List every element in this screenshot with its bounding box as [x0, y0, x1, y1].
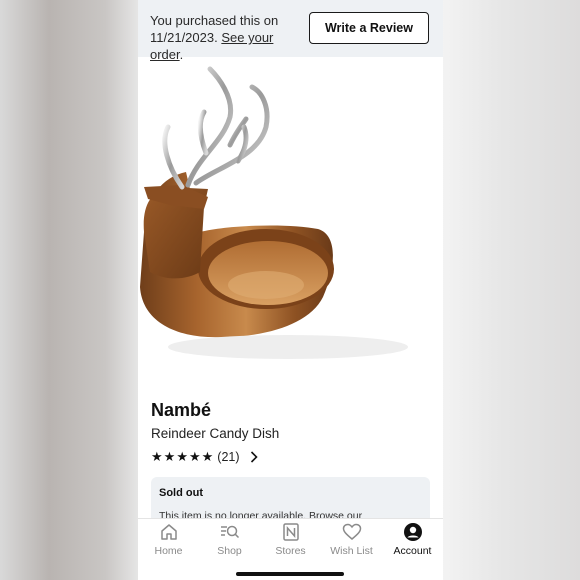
nav-stores[interactable]: Stores [260, 522, 321, 564]
heart-icon [342, 522, 362, 542]
chevron-right-icon[interactable] [250, 451, 258, 463]
rating-row[interactable]: ★ ★ ★ ★ ★ (21) [151, 449, 258, 465]
background-blur-left [0, 0, 140, 580]
nav-shop[interactable]: Shop [199, 522, 260, 564]
nav-home-label: Home [154, 545, 183, 557]
bottom-nav: Home Shop Stores Wish List Account [138, 518, 443, 580]
star-icon: ★ [188, 449, 201, 464]
home-icon [160, 522, 178, 542]
write-review-button[interactable]: Write a Review [309, 12, 429, 44]
star-icon: ★ [201, 449, 214, 464]
star-icon: ★ [176, 449, 188, 464]
phone-screen: You purchased this on 11/21/2023. See yo… [138, 0, 443, 580]
store-icon [282, 522, 299, 542]
nav-wishlist[interactable]: Wish List [321, 522, 382, 564]
review-count: (21) [217, 450, 240, 464]
star-rating: ★ ★ ★ ★ ★ [151, 450, 213, 464]
reindeer-dish-illustration [140, 66, 408, 359]
nav-shop-label: Shop [217, 545, 242, 557]
product-image[interactable] [138, 57, 443, 387]
nav-home[interactable]: Home [138, 522, 199, 564]
purchase-message: You purchased this on 11/21/2023. See yo… [150, 12, 310, 63]
purchase-banner: You purchased this on 11/21/2023. See yo… [138, 0, 443, 62]
product-name: Reindeer Candy Dish [151, 426, 280, 441]
home-indicator [236, 572, 344, 576]
nav-account-label: Account [393, 545, 432, 557]
nav-wishlist-label: Wish List [330, 545, 373, 557]
nav-account[interactable]: Account [382, 522, 443, 564]
shop-search-icon [220, 522, 240, 542]
sold-out-title: Sold out [159, 487, 203, 499]
background-blur-right [442, 0, 580, 580]
account-icon [403, 522, 423, 542]
star-icon: ★ [163, 449, 176, 464]
nav-stores-label: Stores [275, 545, 306, 557]
product-brand[interactable]: Nambé [151, 400, 211, 421]
star-icon: ★ [151, 449, 163, 464]
